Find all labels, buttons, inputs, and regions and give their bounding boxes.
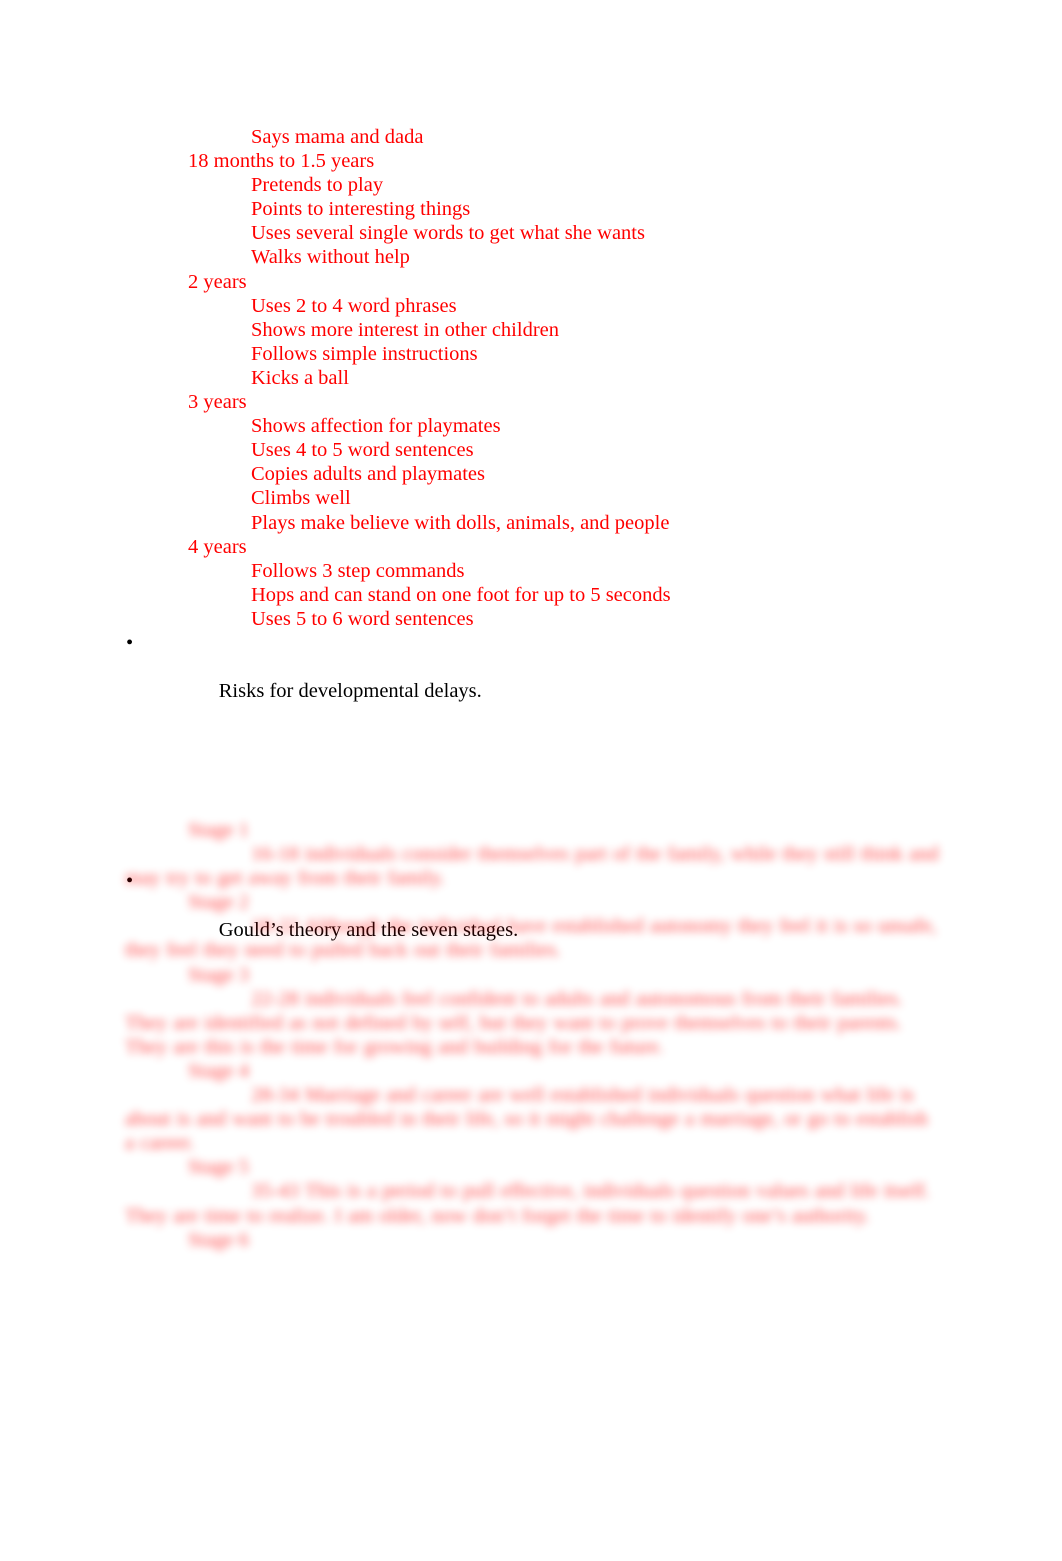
stage-label: Stage 6 bbox=[188, 1228, 249, 1251]
age-heading-2-years: 2 years bbox=[188, 270, 247, 293]
milestone-item: Pretends to play bbox=[251, 174, 384, 197]
list-item-risks: • Risks for developmental delays. bbox=[0, 631, 1062, 727]
gould-stages-redacted-section: Stage 1 16-18 individuals consider thems… bbox=[0, 818, 1062, 1252]
milestone-intro-line: Says mama and dada bbox=[251, 126, 424, 148]
milestone-item: Uses several single words to get what sh… bbox=[251, 222, 645, 245]
stage-label: Stage 4 bbox=[188, 1059, 249, 1082]
stage-description: 22-28 individuals feel confident to adul… bbox=[125, 987, 903, 1058]
stage-label: Stage 5 bbox=[188, 1156, 249, 1179]
milestone-item: Copies adults and playmates bbox=[251, 463, 485, 486]
milestone-item: Follows simple instructions bbox=[251, 342, 478, 365]
stage-label: Stage 1 bbox=[188, 819, 249, 841]
age-heading-4-years: 4 years bbox=[188, 535, 247, 558]
milestone-item: Points to interesting things bbox=[251, 198, 471, 221]
milestone-item: Uses 2 to 4 word phrases bbox=[251, 294, 457, 317]
milestone-item: Plays make believe with dolls, animals, … bbox=[251, 511, 670, 534]
document-page: Says mama and dada 18 months to 1.5 year… bbox=[0, 0, 1062, 1561]
milestone-item: Climbs well bbox=[251, 487, 351, 510]
milestone-item: Uses 5 to 6 word sentences bbox=[251, 607, 474, 630]
milestone-item: Shows affection for playmates bbox=[251, 415, 501, 438]
milestone-item: Walks without help bbox=[251, 246, 410, 269]
age-heading-18-months: 18 months to 1.5 years bbox=[188, 150, 375, 173]
stage-label: Stage 3 bbox=[188, 963, 249, 986]
milestone-item: Kicks a ball bbox=[251, 366, 349, 389]
milestone-item: Hops and can stand on one foot for up to… bbox=[251, 583, 671, 606]
milestone-item: Uses 4 to 5 word sentences bbox=[251, 439, 474, 462]
bullet-icon: • bbox=[126, 631, 134, 654]
list-item-label: Risks for developmental delays. bbox=[218, 680, 482, 703]
stage-description: 35-43 This is a period to pull effective… bbox=[125, 1180, 930, 1227]
milestone-item: Follows 3 step commands bbox=[251, 559, 465, 582]
age-heading-3-years: 3 years bbox=[188, 391, 247, 414]
stage-label: Stage 2 bbox=[188, 891, 249, 914]
top-spacer bbox=[0, 0, 1062, 125]
stage-description: 16-18 individuals consider themselves pa… bbox=[125, 843, 939, 890]
stage-description: 28-34 Marriage and career are well estab… bbox=[125, 1084, 928, 1155]
milestone-item: Shows more interest in other children bbox=[251, 318, 560, 341]
stage-description: 18-22 Although the individual have estab… bbox=[125, 915, 937, 962]
